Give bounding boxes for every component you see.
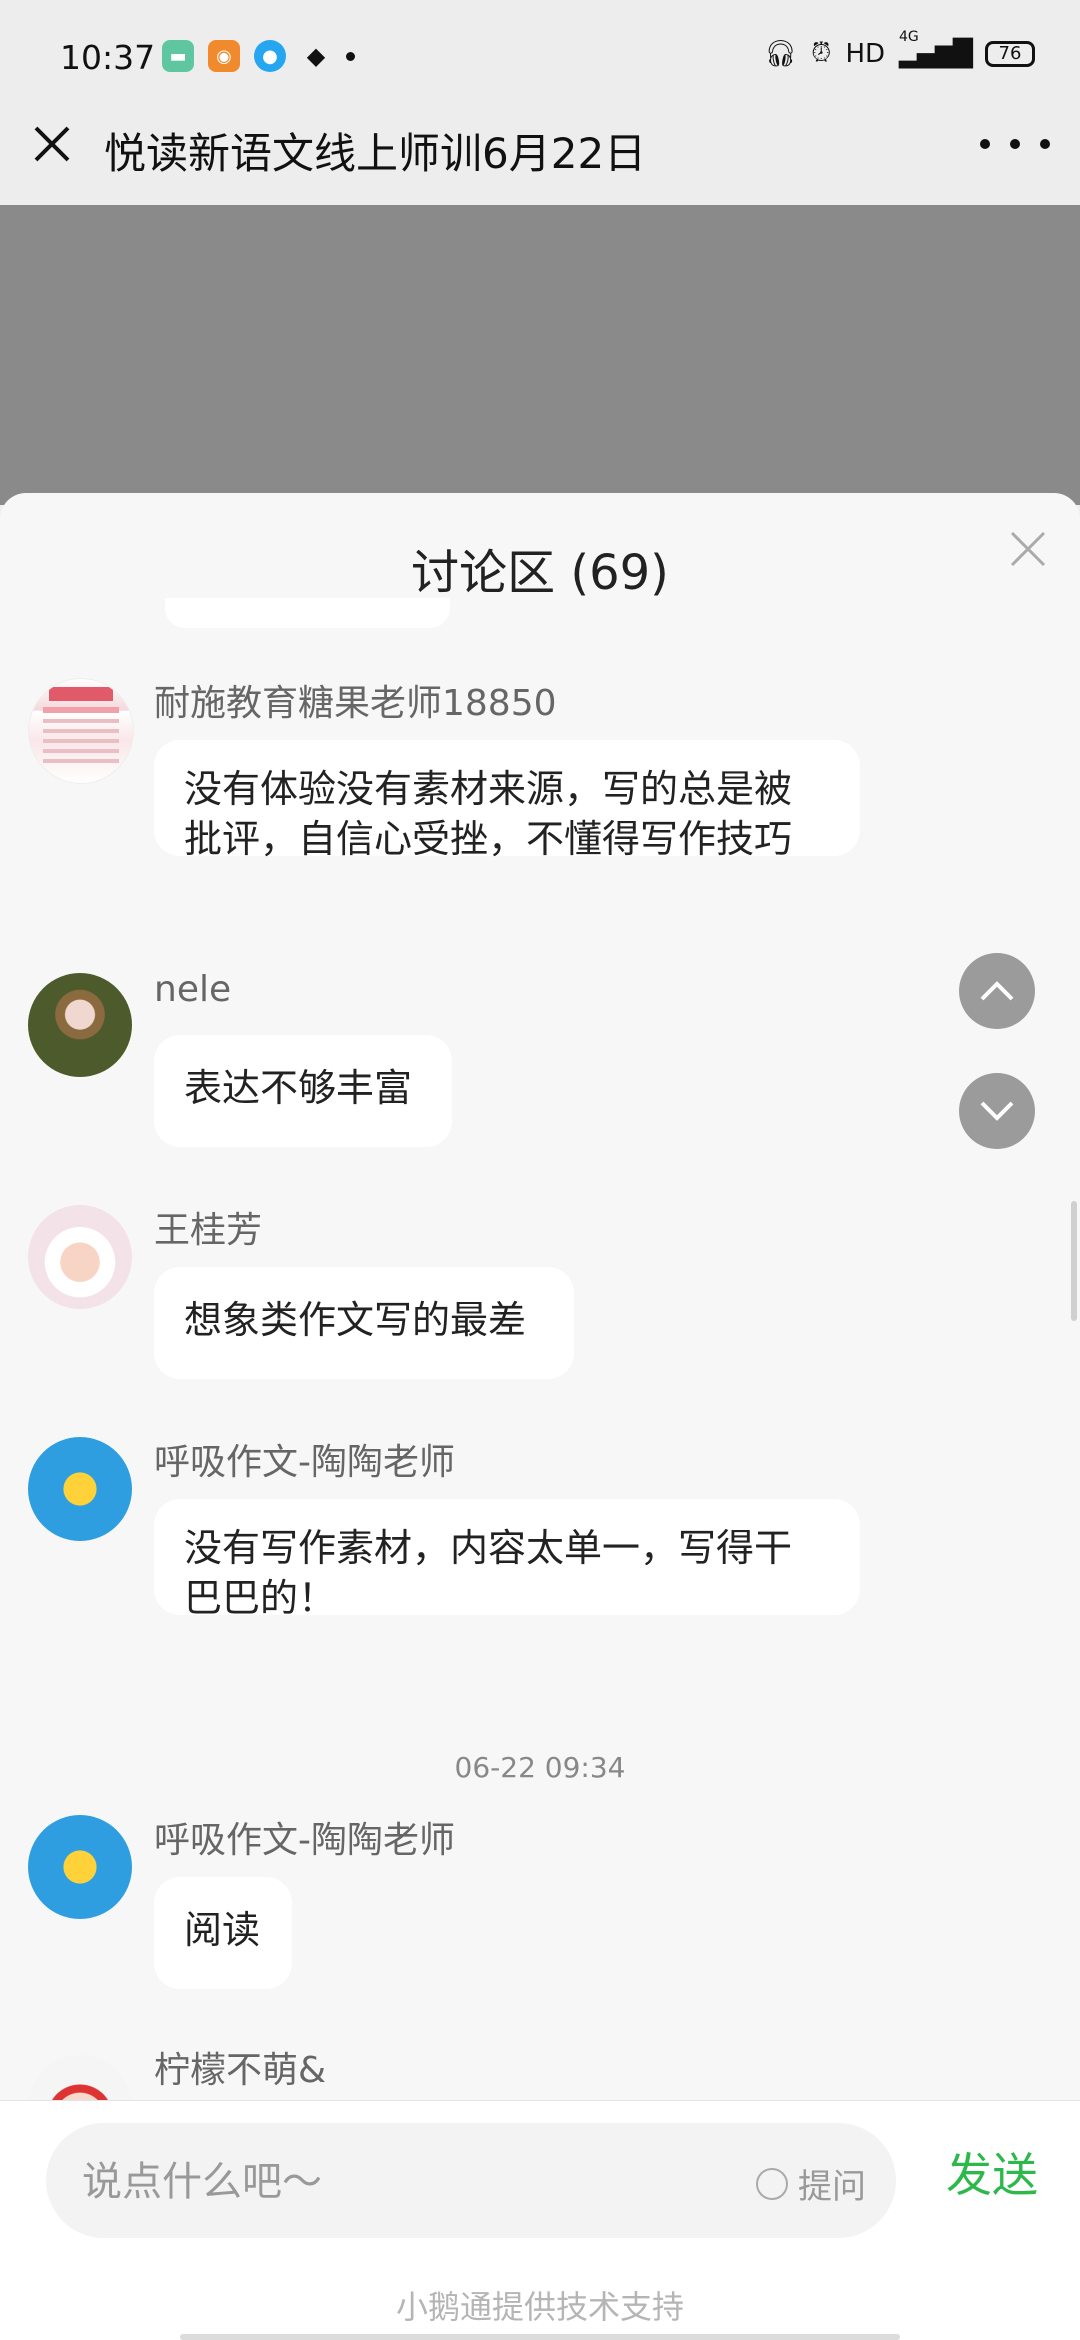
discussion-title: 讨论区 (69) (411, 545, 669, 601)
discussion-sheet: 讨论区 (69) 耐施教育糖果老师18850 没有体验没有素材来源，写的总是被 … (0, 493, 1080, 2340)
avatar[interactable] (28, 1437, 132, 1541)
status-right-icons: 🎧︎ ⏰︎ HD 4G ▂▄▆█ 76 (764, 28, 1035, 69)
uc-browser-icon: ◉ (208, 40, 240, 72)
message-text: 阅读 (184, 1908, 261, 1952)
message-text-line: 批评，自信心受挫，不懂得写作技巧 (184, 817, 793, 861)
message-text: 表达不够丰富 (184, 1066, 413, 1110)
avatar[interactable] (28, 678, 134, 784)
title-bar: 悦读新语文线上师训6月22日 (0, 100, 1080, 205)
headphones-icon: 🎧︎ (764, 38, 798, 69)
comment-input-container[interactable]: 提问 (46, 2123, 896, 2240)
status-time: 10:37 (60, 38, 156, 77)
scrollbar[interactable] (1071, 1201, 1077, 1321)
send-button[interactable]: 发送 (946, 2139, 1038, 2205)
chevron-up-icon (980, 981, 1014, 1001)
alarm-icon: ⏰︎ (811, 38, 832, 68)
powered-by-text: 小鹅通提供技术支持 (395, 2288, 684, 2326)
partial-message-bubble (165, 598, 450, 628)
message-bubble[interactable]: 阅读 (154, 1877, 292, 1989)
message-app-icon: ▬ (162, 40, 194, 72)
message-author: 呼吸作文-陶陶老师 (154, 1442, 455, 1483)
qq-icon: ● (254, 40, 286, 72)
close-icon[interactable] (28, 120, 76, 168)
chevron-down-icon (980, 1101, 1014, 1121)
message-author: 呼吸作文-陶陶老师 (154, 1820, 455, 1861)
layers-icon: ◆ (306, 42, 326, 70)
status-left-icons: ▬ ◉ ● ◆ (162, 40, 355, 72)
scroll-down-button[interactable] (959, 1073, 1035, 1149)
avatar[interactable] (28, 973, 132, 1077)
message-bubble[interactable]: 没有写作素材，内容太单一，写得干 巴巴的！ (154, 1499, 860, 1620)
avatar[interactable] (28, 1815, 132, 1919)
message-text: 想象类作文写的最差 (184, 1298, 527, 1342)
page-title: 悦读新语文线上师训6月22日 (104, 129, 647, 178)
message-author: 耐施教育糖果老师18850 (154, 683, 557, 724)
status-bar: 10:37 ▬ ◉ ● ◆ 🎧︎ ⏰︎ HD 4G ▂▄▆█ 76 (0, 0, 1080, 115)
message-author: 王桂芳 (154, 1210, 263, 1251)
notification-dot-icon (346, 51, 355, 61)
message-bubble[interactable]: 没有体验没有素材来源，写的总是被 批评，自信心受挫，不懂得写作技巧 (154, 740, 860, 861)
signal-label: 4G (899, 28, 919, 45)
signal-icon: 4G ▂▄▆█ (899, 28, 973, 69)
message-timestamp: 06-22 09:34 (454, 1751, 626, 1784)
network-label: HD (845, 38, 886, 69)
message-author: nele (154, 969, 232, 1010)
scroll-up-button[interactable] (959, 953, 1035, 1029)
dimmed-overlay[interactable] (0, 205, 1080, 505)
comment-input-bar: 提问 发送 (0, 2100, 1080, 2261)
message-author: 柠檬不萌& (154, 2050, 327, 2091)
more-menu-icon[interactable] (980, 120, 1050, 168)
radio-icon[interactable] (756, 2167, 788, 2200)
message-bubble[interactable]: 想象类作文写的最差 (154, 1267, 574, 1379)
sheet-close-icon[interactable] (1006, 527, 1050, 571)
avatar[interactable] (28, 1205, 132, 1309)
home-indicator[interactable] (180, 2334, 900, 2340)
ask-label: 提问 (798, 2167, 866, 2207)
footer: 小鹅通提供技术支持 (0, 2260, 1080, 2340)
message-bubble[interactable]: 表达不够丰富 (154, 1035, 452, 1147)
message-text-line: 巴巴的！ (184, 1576, 337, 1620)
battery-level: 76 (998, 43, 1022, 64)
comment-input[interactable] (80, 2123, 684, 2240)
ask-question-toggle[interactable]: 提问 (756, 2159, 866, 2208)
battery-icon: 76 (985, 40, 1035, 67)
